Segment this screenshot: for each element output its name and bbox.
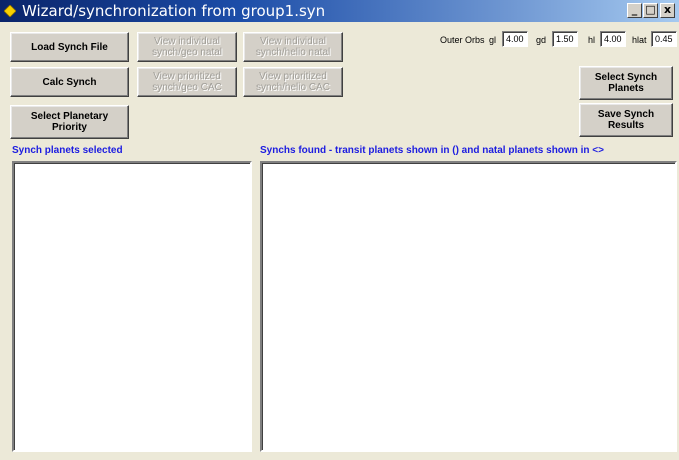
select-planetary-priority-button[interactable]: Select Planetary Priority <box>10 105 129 139</box>
gl-input[interactable]: 4.00 <box>502 31 528 47</box>
minimize-button[interactable]: _ <box>627 3 642 18</box>
gd-label: gd <box>536 35 547 45</box>
view-individual-helio-natal-button[interactable]: View individual synch/helio natal <box>243 32 343 62</box>
close-icon: x <box>663 3 672 16</box>
synchs-found-label: Synchs found - transit planets shown in … <box>260 145 604 156</box>
view-prioritized-geo-cac-button[interactable]: View prioritized synch/geo CAC <box>137 67 237 97</box>
app-diamond-icon <box>4 5 16 17</box>
hlat-label: hlat <box>632 35 647 45</box>
hl-input[interactable]: 4.00 <box>600 31 626 47</box>
view-prioritized-helio-cac-button[interactable]: View prioritized synch/helio CAC <box>243 67 343 97</box>
synch-planets-selected-label: Synch planets selected <box>12 145 123 156</box>
synch-planets-listbox[interactable] <box>12 161 252 452</box>
hl-label: hl <box>588 35 596 45</box>
select-synch-planets-button[interactable]: Select Synch Planets <box>579 66 673 100</box>
minimize-icon: _ <box>631 3 638 16</box>
synchs-found-listbox[interactable] <box>260 161 677 452</box>
maximize-button[interactable]: □ <box>643 3 658 18</box>
hlat-input[interactable]: 0.45 <box>651 31 677 47</box>
outer-orbs-label: Outer Orbs <box>440 35 485 45</box>
title-bar[interactable]: Wizard/synchronization from group1.syn _… <box>0 0 679 22</box>
window-bottom-edge <box>0 452 679 460</box>
maximize-icon: □ <box>645 3 656 16</box>
calc-synch-button[interactable]: Calc Synch <box>10 67 129 97</box>
gl-label: gl <box>489 35 497 45</box>
load-synch-file-button[interactable]: Load Synch File <box>10 32 129 62</box>
save-synch-results-button[interactable]: Save Synch Results <box>579 103 673 137</box>
gd-input[interactable]: 1.50 <box>552 31 578 47</box>
close-button[interactable]: x <box>660 3 675 18</box>
view-individual-geo-natal-button[interactable]: View individual synch/geo natal <box>137 32 237 62</box>
window-title: Wizard/synchronization from group1.syn <box>22 2 326 20</box>
